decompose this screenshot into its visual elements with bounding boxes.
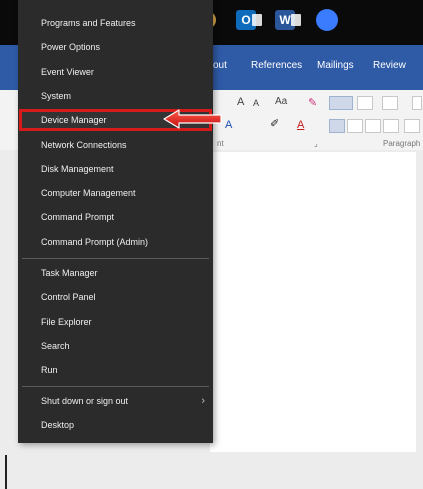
align-left-button[interactable] [329,119,345,133]
menu-item-label: File Explorer [41,317,92,327]
line-spacing-button[interactable] [404,119,420,133]
menu-item-command-prompt[interactable]: Command Prompt [18,206,213,228]
menu-item-power-options[interactable]: Power Options [18,36,213,58]
change-case-button[interactable]: Aa [275,96,287,107]
tab-layout[interactable]: out [213,60,227,71]
clear-format-icon[interactable]: ✎ [308,96,317,109]
word-icon[interactable]: W [275,10,301,30]
tab-mailings[interactable]: Mailings [317,60,354,71]
menu-item-label: Task Manager [41,268,98,278]
highlight-icon[interactable]: ✐ [270,117,279,130]
align-right-button[interactable] [365,119,381,133]
menu-separator [22,258,209,259]
screenshot-frame: O W out References Mailings Review A A A… [0,0,423,489]
menu-item-label: Shut down or sign out [41,396,129,406]
teams-icon[interactable] [316,9,338,31]
menu-item-label: Command Prompt (Admin) [41,237,149,247]
outlook-icon[interactable]: O [236,10,262,30]
menu-item-programs-features[interactable]: Programs and Features [18,12,213,34]
menu-item-shutdown-signout[interactable]: Shut down or sign out › [18,390,213,412]
font-color-button[interactable]: A [297,119,304,131]
menu-item-network-connections[interactable]: Network Connections [18,134,213,156]
menu-item-label: Desktop [41,420,75,430]
menu-item-label: System [41,91,72,101]
menu-item-label: Power Options [41,42,101,52]
text-effects-icon[interactable]: A [225,119,232,131]
dialog-launcher-icon[interactable]: ⌟ [314,139,318,148]
divider [5,455,7,489]
document-page[interactable] [210,152,416,452]
tab-references[interactable]: References [251,60,302,71]
red-arrow-icon [163,109,222,129]
bullets-button[interactable] [329,96,353,110]
menu-item-command-prompt-admin[interactable]: Command Prompt (Admin) [18,231,213,253]
menu-item-computer-management[interactable]: Computer Management [18,182,213,204]
multilevel-list-button[interactable] [382,96,398,110]
power-user-menu: Programs and Features Power Options Even… [18,0,213,443]
tab-review[interactable]: Review [373,60,406,71]
menu-item-file-explorer[interactable]: File Explorer [18,311,213,333]
menu-item-run[interactable]: Run [18,359,213,381]
menu-separator [22,386,209,387]
menu-item-label: Control Panel [41,292,96,302]
menu-item-label: Event Viewer [41,67,94,77]
numbering-button[interactable] [357,96,373,110]
menu-item-label: Run [41,365,58,375]
justify-button[interactable] [383,119,399,133]
menu-item-event-viewer[interactable]: Event Viewer [18,61,213,83]
chevron-right-icon: › [201,395,205,407]
decrease-indent-button[interactable] [412,96,422,110]
grow-font-button[interactable]: A [237,96,244,108]
menu-item-label: Programs and Features [41,18,136,28]
menu-item-disk-management[interactable]: Disk Management [18,158,213,180]
paragraph-group-label: Paragraph [383,139,421,148]
menu-item-search[interactable]: Search [18,335,213,357]
menu-item-control-panel[interactable]: Control Panel [18,286,213,308]
font-group-label: nt [217,139,224,148]
menu-item-system[interactable]: System [18,85,213,107]
menu-item-label: Computer Management [41,188,136,198]
menu-item-label: Command Prompt [41,212,115,222]
menu-item-task-manager[interactable]: Task Manager [18,262,213,284]
menu-item-label: Disk Management [41,164,114,174]
menu-item-label: Search [41,341,70,351]
align-center-button[interactable] [347,119,363,133]
menu-item-desktop[interactable]: Desktop [18,414,213,436]
menu-item-label: Network Connections [41,140,127,150]
shrink-font-button[interactable]: A [253,98,259,108]
